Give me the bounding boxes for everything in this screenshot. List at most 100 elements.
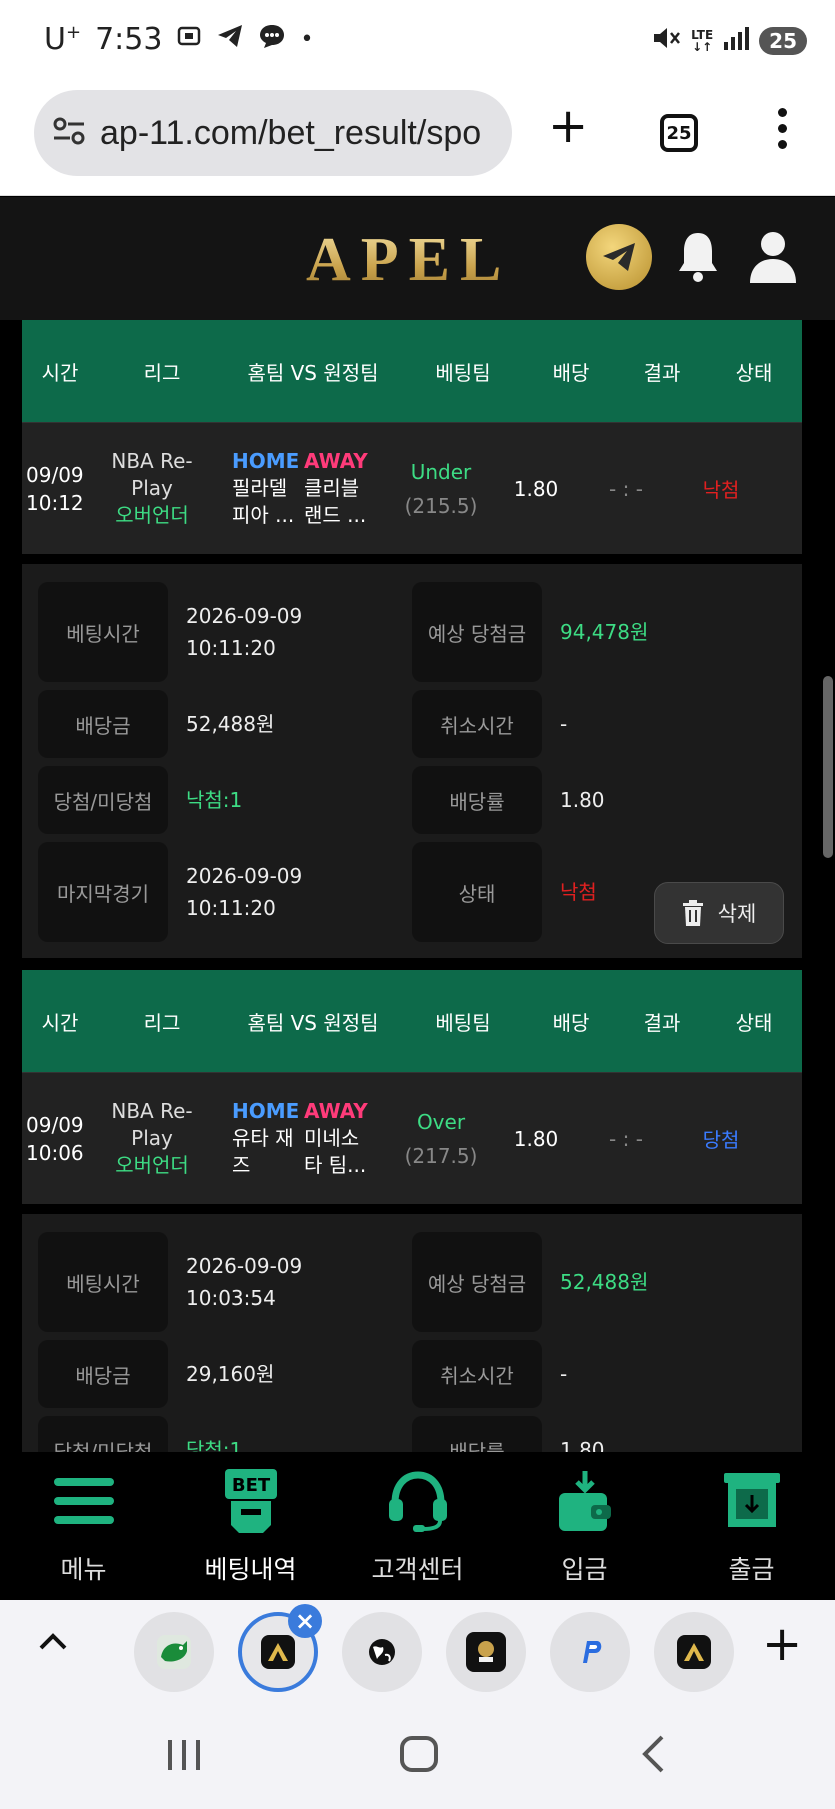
result-cell: - : - [609, 1126, 643, 1151]
close-tab-icon[interactable]: × [288, 1604, 322, 1638]
recent-apps-icon[interactable] [168, 1740, 200, 1770]
result-cell: - : - [609, 476, 643, 501]
detail-label: 배당률 [412, 766, 542, 834]
scrollbar[interactable] [823, 676, 833, 858]
expected-win-value: 94,478원 [560, 620, 649, 644]
apel-logo-icon [677, 1635, 711, 1669]
url-text[interactable]: ap-11.com/bet_result/spo [100, 114, 481, 153]
cancel-time-value: - [560, 1362, 568, 1386]
header-odds: 배당 [552, 1010, 590, 1035]
chat-bubble-icon [258, 22, 286, 57]
teams-cell: HOME 유타 재 즈 AWAY 미네소 타 팀... [212, 1098, 386, 1179]
p-logo-icon [573, 1635, 607, 1669]
expected-win-value: 52,488원 [560, 1270, 649, 1294]
state-value: 낙첨 [560, 880, 597, 904]
home-team: HOME 필라델 피아 ... [232, 449, 300, 527]
site-settings-icon[interactable] [52, 116, 86, 150]
deposit-wallet-icon [550, 1466, 620, 1536]
add-tab-button[interactable]: + [762, 1620, 802, 1668]
nav-bet-history[interactable]: BET 베팅내역 [167, 1452, 334, 1600]
tab-favicon-p[interactable] [550, 1612, 630, 1692]
dragon-icon [157, 1635, 191, 1669]
league-cell: NBA Re- Play 오버언더 [111, 1099, 193, 1177]
new-tab-button[interactable]: + [548, 102, 588, 150]
table-header: 시간 리그 홈팀 VS 원정팀 베팅팀 배당 결과 상태 [22, 320, 802, 422]
cancel-time-value: - [560, 712, 568, 736]
pick-cell: Over (217.5) [404, 1109, 478, 1168]
stake-value: 52,488원 [186, 712, 275, 736]
browser-toolbar: ap-11.com/bet_result/spo + 25 [0, 80, 835, 196]
odds-cell: 1.80 [513, 1126, 559, 1151]
header-pick: 베팅팀 [435, 360, 491, 385]
status-badge: 당첨 [702, 1128, 740, 1152]
table-header: 시간 리그 홈팀 VS 원정팀 베팅팀 배당 결과 상태 [22, 970, 802, 1072]
home-icon[interactable] [400, 1736, 438, 1772]
status-bar: U+ 7:53 • LTE ↓↑ 25 [0, 0, 835, 80]
league-cell: NBA Re- Play 오버언더 [111, 449, 193, 527]
tab-switcher-button[interactable]: 25 [660, 114, 698, 152]
away-team: AWAY 클리블 랜드 ... [304, 449, 368, 527]
odds-rate-value: 1.80 [560, 788, 605, 812]
header-status: 상태 [735, 1010, 773, 1035]
user-profile-icon[interactable] [748, 229, 798, 285]
browser-tab-strip: × + [0, 1600, 835, 1704]
header-time: 시간 [41, 360, 79, 385]
site-logo[interactable]: APEL [306, 225, 511, 296]
bet-card: 시간 리그 홈팀 VS 원정팀 베팅팀 배당 결과 상태 09/09 10:06 … [22, 970, 802, 1452]
tab-favicon-globe[interactable] [342, 1612, 422, 1692]
more-options-icon[interactable] [772, 108, 792, 158]
tab-favicon-apel-2[interactable] [654, 1612, 734, 1692]
stake-value: 29,160원 [186, 1362, 275, 1386]
header-result: 결과 [643, 1010, 681, 1035]
status-badge: 낙첨 [702, 478, 740, 502]
detail-label: 배당금 [38, 690, 168, 758]
odds-rate-value: 1.80 [560, 1438, 605, 1452]
header-result: 결과 [643, 360, 681, 385]
bet-datetime: 09/09 10:12 [26, 462, 84, 515]
telegram-button[interactable] [586, 224, 652, 290]
bet-time-value: 2026-09-09 10:03:54 [186, 1254, 303, 1310]
back-icon[interactable] [640, 1734, 666, 1778]
bet-time-value: 2026-09-09 10:11:20 [186, 604, 303, 660]
headset-icon [383, 1466, 453, 1536]
table-row: 09/09 10:06 NBA Re- Play 오버언더 HOME 유타 재 즈… [22, 1072, 802, 1204]
nav-customer-center[interactable]: 고객센터 [334, 1452, 501, 1600]
bell-icon[interactable] [676, 229, 720, 285]
detail-label: 베팅시간 [38, 582, 168, 682]
site-header: APEL [0, 197, 835, 320]
nav-menu[interactable]: 메뉴 [0, 1452, 167, 1600]
detail-label: 배당률 [412, 1416, 542, 1452]
tab-favicon-dragon[interactable] [134, 1612, 214, 1692]
win-lose-value: 낙첨:1 [186, 788, 243, 812]
header-status: 상태 [735, 360, 773, 385]
network-type: LTE ↓↑ [691, 27, 714, 54]
menu-icon [49, 1466, 119, 1536]
system-nav-bar [0, 1704, 835, 1809]
table-row: 09/09 10:12 NBA Re- Play 오버언더 HOME 필라델 피아… [22, 422, 802, 554]
away-team: AWAY 미네소 타 팀... [304, 1099, 368, 1177]
home-team: HOME 유타 재 즈 [232, 1099, 300, 1177]
bet-history-list[interactable]: 시간 리그 홈팀 VS 원정팀 베팅팀 배당 결과 상태 09/09 10:12 … [0, 320, 835, 1452]
nav-deposit[interactable]: 입금 [501, 1452, 668, 1600]
delete-button[interactable]: 삭제 [654, 882, 784, 944]
battery-indicator: 25 [759, 26, 807, 55]
detail-label: 예상 당첨금 [412, 1232, 542, 1332]
win-lose-value: 당첨:1 [186, 1438, 243, 1452]
bottom-nav: 메뉴 BET 베팅내역 고객센터 입금 출금 [0, 1452, 835, 1600]
header-league: 리그 [143, 1010, 181, 1035]
bet-icon: BET [216, 1466, 286, 1536]
header-pick: 베팅팀 [435, 1010, 491, 1035]
bet-datetime: 09/09 10:06 [26, 1112, 84, 1165]
nav-withdraw[interactable]: 출금 [668, 1452, 835, 1600]
screenshot-icon [176, 22, 202, 57]
address-bar[interactable]: ap-11.com/bet_result/spo [34, 90, 512, 176]
chevron-up-icon[interactable] [38, 1630, 68, 1656]
odds-cell: 1.80 [513, 476, 559, 501]
detail-label: 배당금 [38, 1340, 168, 1408]
withdraw-icon [717, 1466, 787, 1536]
detail-label: 베팅시간 [38, 1232, 168, 1332]
tab-favicon-game[interactable] [446, 1612, 526, 1692]
bet-detail-panel: 베팅시간 2026-09-09 10:03:54 예상 당첨금 52,488원 배당금… [22, 1214, 802, 1452]
svg-text:BET: BET [231, 1475, 270, 1496]
globe-icon [365, 1635, 399, 1669]
